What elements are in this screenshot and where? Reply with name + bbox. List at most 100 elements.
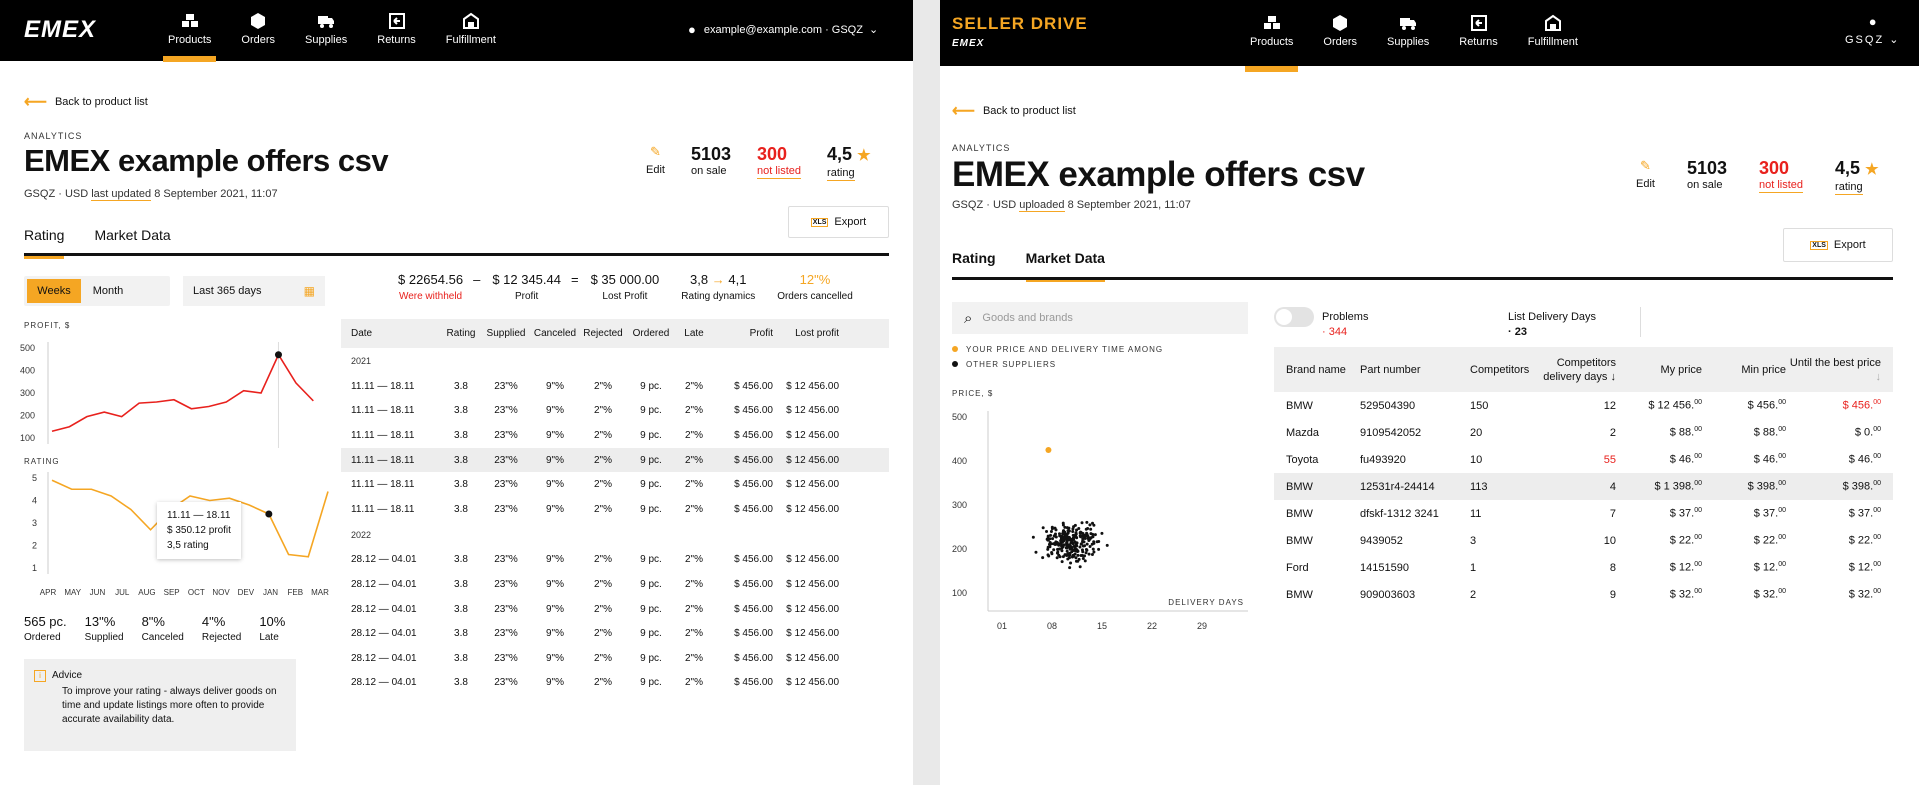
table-row[interactable]: BMW 12531r4-24414 113 4 $ 1 398.00 $ 398.00 $ … <box>1274 473 1893 500</box>
x-axis-label: DELIVERY DAYS <box>1168 598 1244 607</box>
period-weeks[interactable]: Weeks <box>27 279 81 303</box>
problems-toggle[interactable] <box>1274 307 1314 327</box>
not-listed-stat[interactable]: 300 not listed <box>1759 158 1804 193</box>
back-link[interactable]: ⟵ Back to product list <box>952 101 1076 121</box>
nav-products[interactable]: Products <box>162 12 217 62</box>
table-row[interactable]: Toyota fu493920 10 55 $ 46.00 $ 46.00 $ 46.00 <box>1274 446 1893 473</box>
table-row[interactable]: 28.12 — 04.01 3.8 23"% 9"% 2"% 9 pc. 2"% $ 456.… <box>341 671 889 696</box>
period-month[interactable]: Month <box>81 279 135 303</box>
table-row[interactable]: Ford 14151590 1 8 $ 12.00 $ 12.00 $ 12.00 <box>1274 554 1893 581</box>
column-header[interactable]: Competitors delivery days ↓ <box>1540 356 1616 384</box>
table-cell: 9 pc. <box>640 628 662 640</box>
nav-supplies[interactable]: Supplies <box>1387 14 1429 48</box>
cell-value: $ 398. <box>1842 480 1874 493</box>
table-cell: $ 12.00 <box>1786 561 1893 574</box>
nav-products[interactable]: Products <box>1244 14 1299 72</box>
not-listed-stat[interactable]: 300 not listed <box>757 144 802 179</box>
cell-value: $ 22. <box>1753 534 1779 547</box>
table-row[interactable]: BMW 529504390 150 12 $ 12 456.00 $ 456.00 $ 45… <box>1274 392 1893 419</box>
last-updated-link[interactable]: last updated <box>91 188 152 201</box>
own-offer-point[interactable] <box>1045 447 1052 453</box>
nav-fulfillment[interactable]: Fulfillment <box>446 12 496 46</box>
table-cell: 9 pc. <box>640 578 662 590</box>
tab-market-data[interactable]: Market Data <box>1025 250 1106 282</box>
rating-stat[interactable]: 4,5 ★ rating <box>1835 158 1879 195</box>
nav-fulfillment[interactable]: Fulfillment <box>1528 14 1578 48</box>
tab-market-data[interactable]: Market Data <box>94 227 170 253</box>
search-input[interactable]: ⌕ Goods and brands <box>952 302 1248 334</box>
date-range-select[interactable]: Last 365 days ▦ <box>183 276 325 306</box>
table-row[interactable]: 28.12 — 04.01 3.8 23"% 9"% 2"% 9 pc. 2"% $ 456.… <box>341 646 889 671</box>
table-row[interactable]: 11.11 — 18.11 3.8 23"% 9"% 2"% 9 pc. 2"% $ 456.… <box>341 399 889 424</box>
tab-rating[interactable]: Rating <box>952 250 996 276</box>
table-row[interactable]: Mazda 9109542052 20 2 $ 88.00 $ 88.00 $ 0.00 <box>1274 419 1893 446</box>
table-row[interactable]: 11.11 — 18.11 3.8 23"% 9"% 2"% 9 pc. 2"% $ 456.… <box>341 447 889 473</box>
column-header[interactable]: Late <box>675 328 713 339</box>
table-row[interactable]: BMW 909003603 2 9 $ 32.00 $ 32.00 $ 32.00 <box>1274 581 1893 608</box>
column-header[interactable]: Profit <box>713 328 773 339</box>
y-tick-label: 500 <box>952 412 967 422</box>
not-listed-label: not listed <box>757 165 802 179</box>
logo[interactable]: EMEX <box>24 16 96 44</box>
table-cell: $ 22.00 <box>1702 534 1786 547</box>
pencil-icon: ✎ <box>1640 158 1651 173</box>
column-header[interactable]: Competitors <box>1470 363 1540 377</box>
stat-late: 10% Late <box>259 614 285 643</box>
column-header[interactable]: Part number <box>1360 363 1470 377</box>
table-row[interactable]: 28.12 — 04.01 3.8 23"% 9"% 2"% 9 pc. 2"% $ 456.… <box>341 548 889 573</box>
competitor-point <box>1091 521 1095 525</box>
competitor-point <box>1050 527 1054 531</box>
nav-returns[interactable]: Returns <box>1459 14 1498 48</box>
edit-button[interactable]: ✎ Edit <box>646 144 665 176</box>
stat-ordered: 565 pc. Ordered <box>24 614 67 643</box>
table-row[interactable]: 28.12 — 04.01 3.8 23"% 9"% 2"% 9 pc. 2"% $ 456.… <box>341 621 889 646</box>
column-header[interactable]: Min price <box>1702 363 1786 377</box>
table-row[interactable]: 11.11 — 18.11 3.8 23"% 9"% 2"% 9 pc. 2"% $ 456.… <box>341 423 889 448</box>
column-header[interactable]: Rejected <box>579 328 627 339</box>
table-cell: 2"% <box>593 652 612 664</box>
back-link[interactable]: ⟵ Back to product list <box>24 92 148 112</box>
competitor-point <box>1074 556 1078 560</box>
table-row[interactable]: 28.12 — 04.01 3.8 23"% 9"% 2"% 9 pc. 2"% $ 456.… <box>341 572 889 597</box>
column-header[interactable]: Date <box>341 328 441 339</box>
uploaded-link[interactable]: uploaded <box>1019 199 1065 212</box>
cell-value: $ 456. <box>1842 399 1874 412</box>
table-cell: 9 <box>1540 589 1616 601</box>
chevron-down-icon: ⌄ <box>1889 34 1901 46</box>
table-row[interactable]: BMW 9439052 3 10 $ 22.00 $ 22.00 $ 22.00 <box>1274 527 1893 554</box>
stat-label: Canceled <box>141 632 184 643</box>
list-delivery-days[interactable]: List Delivery Days · 23 <box>1508 311 1596 338</box>
table-row[interactable]: 28.12 — 04.01 3.8 23"% 9"% 2"% 9 pc. 2"% $ 456.… <box>341 597 889 622</box>
rating-marker[interactable] <box>265 510 273 518</box>
column-header[interactable]: Lost profit <box>773 328 839 339</box>
table-row[interactable]: BMW dfskf-1312 3241 11 7 $ 37.00 $ 37.00 $ 37.… <box>1274 500 1893 527</box>
column-header[interactable]: Ordered <box>627 328 675 339</box>
export-button[interactable]: XLS Export <box>788 206 889 238</box>
nav-orders[interactable]: Orders <box>1323 14 1357 48</box>
table-row[interactable]: 11.11 — 18.11 3.8 23"% 9"% 2"% 9 pc. 2"% $ 456.… <box>341 374 889 399</box>
account-menu[interactable]: ● GSQZ ⌄ <box>1845 14 1900 46</box>
nav-orders[interactable]: Orders <box>241 12 275 46</box>
column-header[interactable]: Canceled <box>531 328 579 339</box>
competitor-point <box>1031 535 1035 539</box>
account-menu[interactable]: ● example@example.com · GSQZ ⌄ <box>688 22 878 37</box>
table-row[interactable]: 11.11 — 18.11 3.8 23"% 9"% 2"% 9 pc. 2"% $ 456.… <box>341 472 889 497</box>
nav-returns[interactable]: Returns <box>377 12 416 46</box>
column-header[interactable]: Until the best price ↓ <box>1786 356 1893 384</box>
profit-marker[interactable] <box>274 351 282 359</box>
rating-stat[interactable]: 4,5 ★ rating <box>827 144 871 181</box>
column-header[interactable]: Supplied <box>481 328 531 339</box>
nav-supplies[interactable]: Supplies <box>305 12 347 46</box>
export-button[interactable]: XLS Export <box>1783 228 1893 262</box>
column-header[interactable]: My price <box>1616 363 1702 377</box>
table-row[interactable]: 11.11 — 18.11 3.8 23"% 9"% 2"% 9 pc. 2"% $ 456.… <box>341 497 889 522</box>
nav-label: Returns <box>1459 36 1498 48</box>
column-header[interactable]: Rating <box>441 328 481 339</box>
export-label: Export <box>1833 239 1866 251</box>
competitor-point <box>1034 550 1038 554</box>
seller-drive-logo[interactable]: SELLER DRIVE <box>952 14 1088 34</box>
column-header[interactable]: Brand name <box>1274 363 1360 377</box>
y-tick-label: 1 <box>32 563 37 573</box>
edit-button[interactable]: ✎ Edit <box>1636 158 1655 190</box>
tab-rating[interactable]: Rating <box>24 227 65 259</box>
